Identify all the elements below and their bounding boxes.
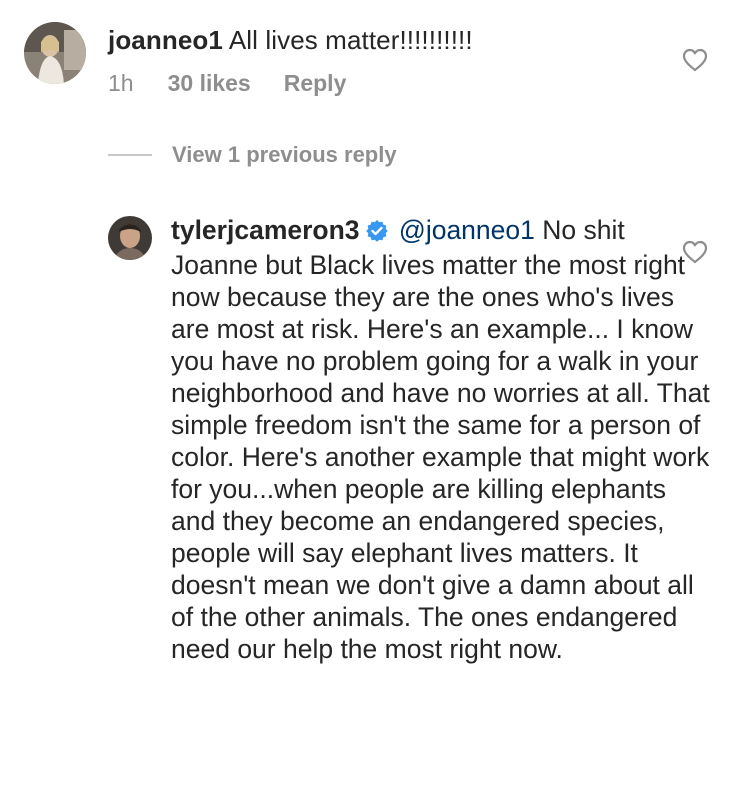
reply-username[interactable]: tylerjcameron3	[171, 215, 360, 245]
avatar-joanneo1[interactable]	[24, 22, 86, 84]
comment-reply-button[interactable]: Reply	[284, 70, 347, 97]
like-heart-icon[interactable]	[682, 48, 708, 77]
reply-text: No shit Joanne but Black lives matter th…	[171, 215, 710, 664]
view-previous-replies[interactable]: View 1 previous reply	[108, 142, 397, 168]
comment-likes[interactable]: 30 likes	[168, 70, 251, 97]
reply-body: tylerjcameron3 @joanneo1 No shit Joanne …	[171, 214, 711, 665]
comment-username[interactable]: joanneo1	[108, 25, 223, 55]
reply-mention-link[interactable]: @joanneo1	[399, 215, 535, 245]
view-previous-label: View 1 previous reply	[172, 142, 397, 167]
comment-meta: 1h 30 likes Reply	[108, 70, 346, 97]
reply-like-heart-icon[interactable]	[682, 240, 708, 269]
comment-text: All lives matter!!!!!!!!!!	[228, 25, 473, 55]
avatar-tylerjcameron3[interactable]	[108, 216, 152, 260]
comment-time: 1h	[108, 70, 134, 96]
replies-divider-line	[108, 154, 152, 156]
verified-badge-icon	[365, 217, 388, 249]
comment-body: joanneo1 All lives matter!!!!!!!!!!	[108, 24, 473, 56]
